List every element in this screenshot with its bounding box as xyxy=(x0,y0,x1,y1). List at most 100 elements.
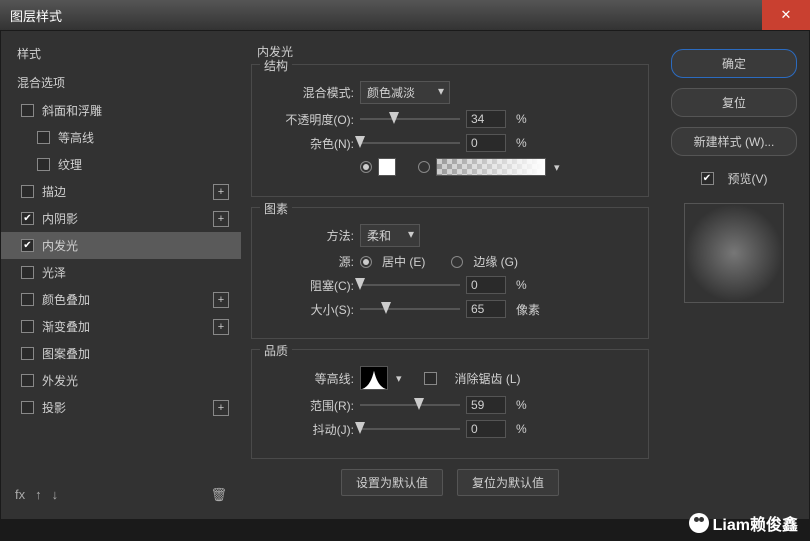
color-swatch[interactable] xyxy=(378,158,396,176)
sidebar-item-11[interactable]: 投影 + xyxy=(1,394,241,421)
color-radio[interactable] xyxy=(360,161,372,173)
opacity-label: 不透明度(O): xyxy=(264,111,354,128)
choke-unit: % xyxy=(516,278,527,292)
sidebar-checkbox-9[interactable] xyxy=(21,347,34,360)
sidebar-item-label: 投影 xyxy=(42,399,66,416)
sidebar-item-2[interactable]: 纹理 xyxy=(1,151,241,178)
elements-legend: 图素 xyxy=(260,200,292,217)
jitter-slider[interactable] xyxy=(360,422,460,436)
structure-group: 结构 混合模式: 颜色减淡 不透明度(O): 34 % 杂色(N): 0 % xyxy=(251,64,649,197)
sidebar-item-10[interactable]: 外发光 xyxy=(1,367,241,394)
range-input[interactable]: 59 xyxy=(466,396,506,414)
source-center-label[interactable]: 居中 (E) xyxy=(382,253,425,270)
sidebar-checkbox-11[interactable] xyxy=(21,401,34,414)
source-edge-label[interactable]: 边缘 (G) xyxy=(473,253,518,270)
sidebar-checkbox-2[interactable] xyxy=(37,158,50,171)
sidebar-item-7[interactable]: 颜色叠加+ xyxy=(1,286,241,313)
sidebar-item-label: 斜面和浮雕 xyxy=(42,102,102,119)
elements-group: 图素 方法: 柔和 源: 居中 (E) 边缘 (G) 阻塞(C): 0 % 大小… xyxy=(251,207,649,339)
cancel-button[interactable]: 复位 xyxy=(671,88,797,117)
titlebar: 图层样式 ✕ xyxy=(0,0,810,30)
sidebar-item-label: 图案叠加 xyxy=(42,345,90,362)
source-edge-radio[interactable] xyxy=(451,256,463,268)
sidebar-item-label: 内阴影 xyxy=(42,210,78,227)
sidebar: 样式 混合选项 斜面和浮雕等高线纹理描边 + 内阴影 + 内发光光泽颜色叠加+ 渐变叠加 +… xyxy=(1,31,241,519)
jitter-label: 抖动(J): xyxy=(264,421,354,438)
window-buttons: ✕ xyxy=(762,0,810,30)
sidebar-item-3[interactable]: 描边 + xyxy=(1,178,241,205)
source-center-radio[interactable] xyxy=(360,256,372,268)
size-slider[interactable] xyxy=(360,302,460,316)
reset-default-button[interactable]: 复位为默认值 xyxy=(457,469,559,496)
sidebar-checkbox-6[interactable] xyxy=(21,266,34,279)
noise-input[interactable]: 0 xyxy=(466,134,506,152)
range-slider[interactable] xyxy=(360,398,460,412)
sidebar-item-5[interactable]: 内发光 xyxy=(1,232,241,259)
make-default-button[interactable]: 设置为默认值 xyxy=(341,469,443,496)
preview-checkbox[interactable] xyxy=(701,172,714,185)
sidebar-item-label: 描边 xyxy=(42,183,66,200)
sidebar-checkbox-7[interactable] xyxy=(21,293,34,306)
noise-label: 杂色(N): xyxy=(264,135,354,152)
close-button[interactable]: ✕ xyxy=(762,0,810,30)
sidebar-head: 样式 xyxy=(1,39,241,68)
gradient-swatch[interactable] xyxy=(436,158,546,176)
gradient-open-icon[interactable]: ▾ xyxy=(554,161,560,174)
opacity-unit: % xyxy=(516,112,527,126)
sidebar-checkbox-0[interactable] xyxy=(21,104,34,117)
move-up-icon[interactable]: ↑ xyxy=(35,487,42,503)
antialias-checkbox[interactable] xyxy=(424,372,437,385)
contour-label: 等高线: xyxy=(264,370,354,387)
contour-picker[interactable] xyxy=(360,366,388,390)
blending-options[interactable]: 混合选项 xyxy=(1,68,241,97)
sidebar-checkbox-8[interactable] xyxy=(21,320,34,333)
sidebar-checkbox-1[interactable] xyxy=(37,131,50,144)
sidebar-item-label: 光泽 xyxy=(42,264,66,281)
size-input[interactable]: 65 xyxy=(466,300,506,318)
sidebar-item-label: 外发光 xyxy=(42,372,78,389)
opacity-input[interactable]: 34 xyxy=(466,110,506,128)
sidebar-item-8[interactable]: 渐变叠加 + xyxy=(1,313,241,340)
jitter-input[interactable]: 0 xyxy=(466,420,506,438)
choke-input[interactable]: 0 xyxy=(466,276,506,294)
sidebar-item-4[interactable]: 内阴影 + xyxy=(1,205,241,232)
sidebar-item-1[interactable]: 等高线 xyxy=(1,124,241,151)
sidebar-item-6[interactable]: 光泽 xyxy=(1,259,241,286)
quality-legend: 品质 xyxy=(260,342,292,359)
add-effect-icon[interactable]: + xyxy=(213,211,229,227)
sidebar-checkbox-5[interactable] xyxy=(21,239,34,252)
add-effect-icon[interactable]: + xyxy=(213,292,229,308)
noise-slider[interactable] xyxy=(360,136,460,150)
move-down-icon[interactable]: ↓ xyxy=(52,487,59,503)
preview-label[interactable]: 预览(V) xyxy=(728,170,768,187)
sidebar-checkbox-4[interactable] xyxy=(21,212,34,225)
blendmode-label: 混合模式: xyxy=(264,84,354,101)
sidebar-item-label: 渐变叠加 xyxy=(42,318,90,335)
sidebar-footer: fx ↑ ↓ 🗑 xyxy=(1,479,241,511)
new-style-button[interactable]: 新建样式 (W)... xyxy=(671,127,797,156)
ok-button[interactable]: 确定 xyxy=(671,49,797,78)
right-panel: 确定 复位 新建样式 (W)... 预览(V) xyxy=(659,31,809,519)
add-effect-icon[interactable]: + xyxy=(213,184,229,200)
watermark-text: Liam赖俊鑫 xyxy=(713,511,798,535)
contour-open-icon[interactable]: ▾ xyxy=(396,372,402,385)
sidebar-item-0[interactable]: 斜面和浮雕 xyxy=(1,97,241,124)
technique-select[interactable]: 柔和 xyxy=(360,224,420,247)
main-panel: 内发光 结构 混合模式: 颜色减淡 不透明度(O): 34 % 杂色(N): 0… xyxy=(241,31,659,519)
choke-slider[interactable] xyxy=(360,278,460,292)
antialias-label[interactable]: 消除锯齿 (L) xyxy=(455,370,521,387)
sidebar-item-label: 内发光 xyxy=(42,237,78,254)
range-label: 范围(R): xyxy=(264,397,354,414)
sidebar-item-9[interactable]: 图案叠加 xyxy=(1,340,241,367)
gradient-radio[interactable] xyxy=(418,161,430,173)
blendmode-select[interactable]: 颜色减淡 xyxy=(360,81,450,104)
trash-icon[interactable]: 🗑 xyxy=(210,487,227,503)
sidebar-checkbox-10[interactable] xyxy=(21,374,34,387)
sidebar-item-label: 纹理 xyxy=(58,156,82,173)
sidebar-checkbox-3[interactable] xyxy=(21,185,34,198)
fx-menu[interactable]: fx xyxy=(15,487,25,503)
add-effect-icon[interactable]: + xyxy=(213,319,229,335)
add-effect-icon[interactable]: + xyxy=(213,400,229,416)
panel-title: 内发光 xyxy=(251,43,649,60)
opacity-slider[interactable] xyxy=(360,112,460,126)
